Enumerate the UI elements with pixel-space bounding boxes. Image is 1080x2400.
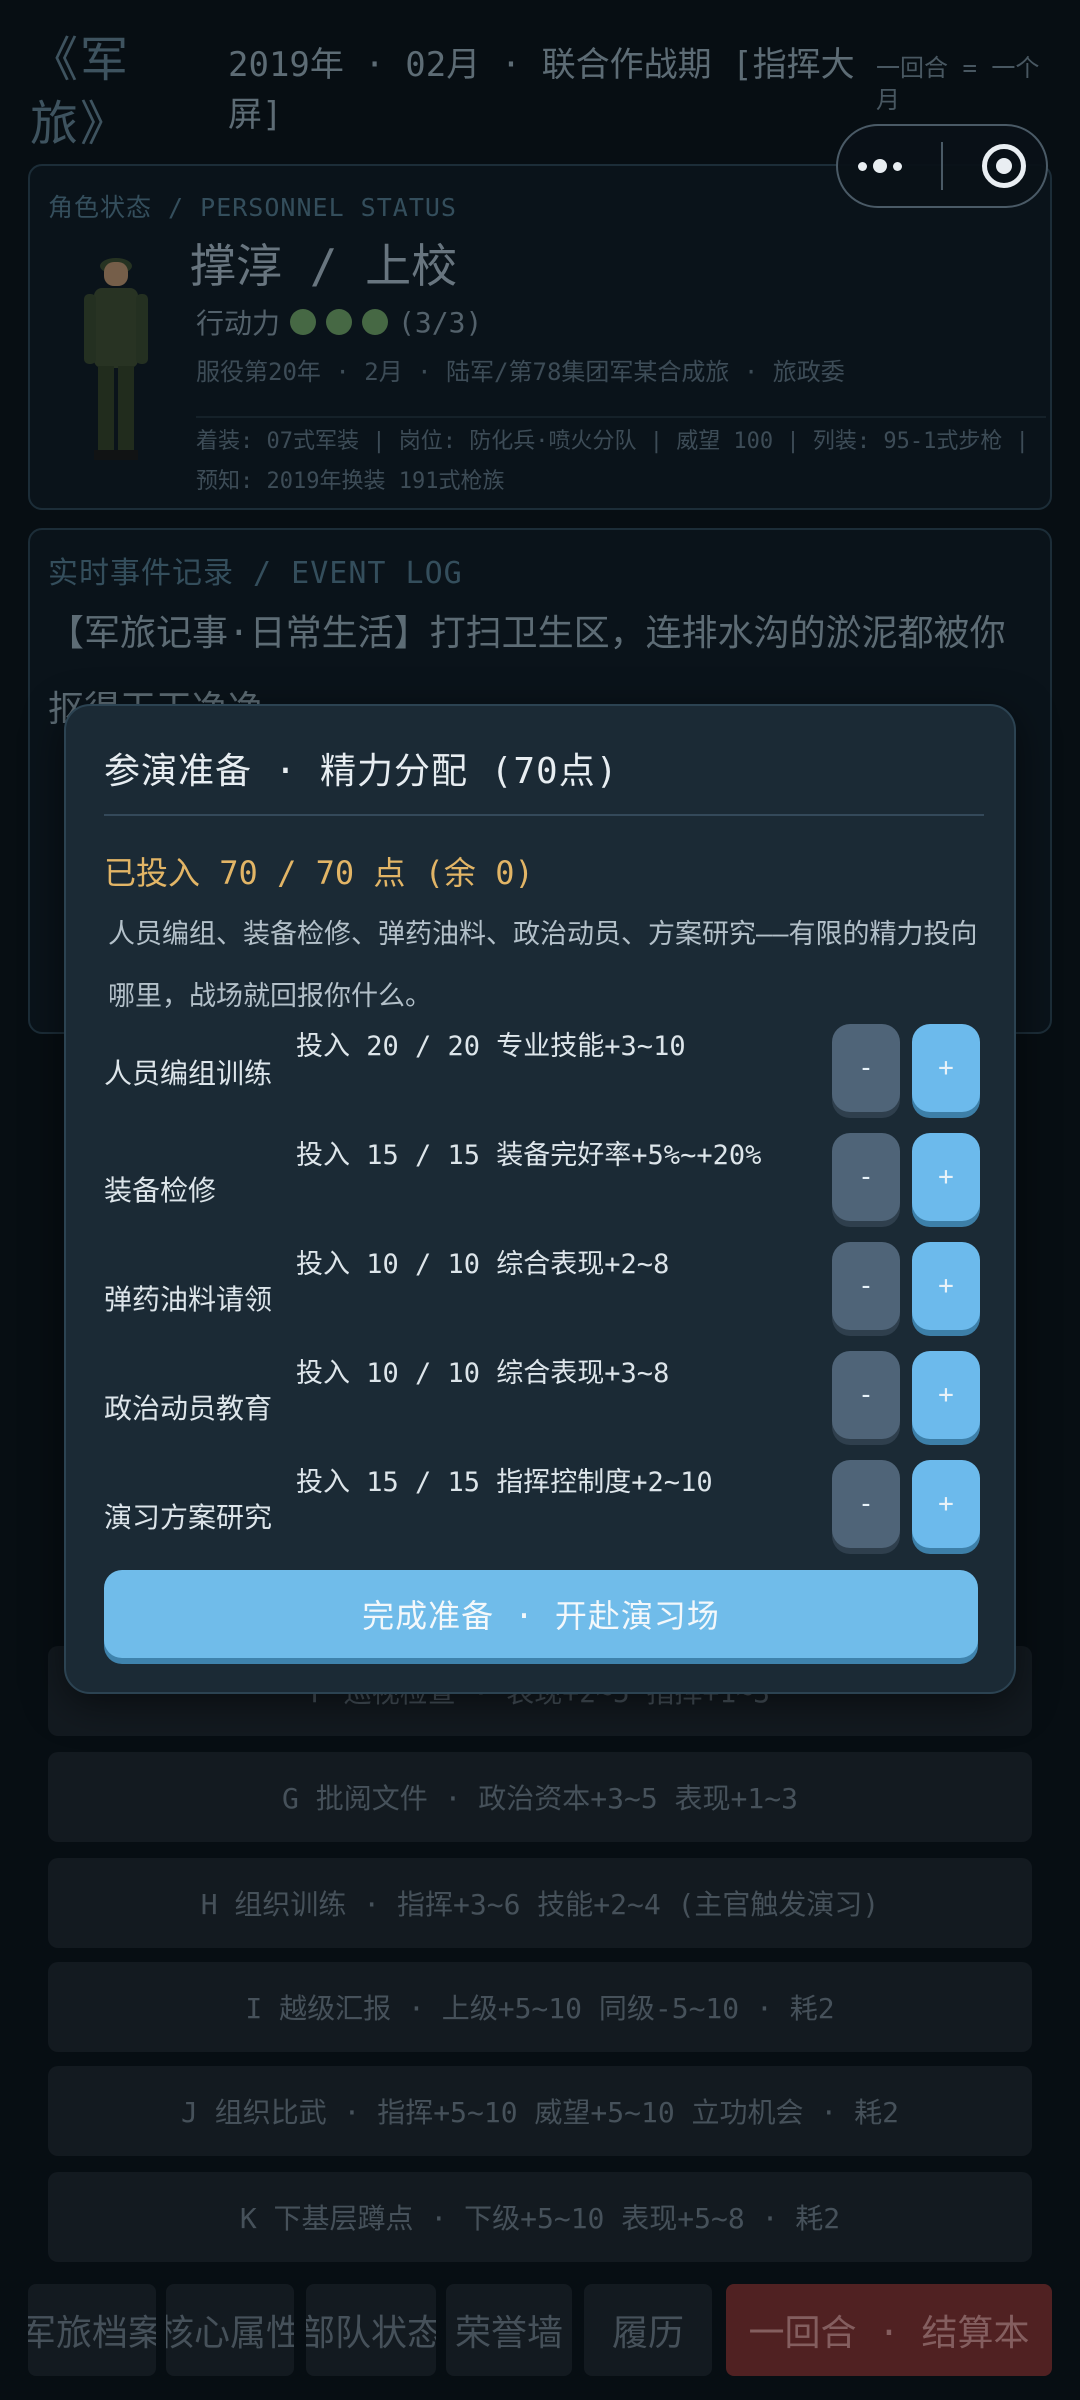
allocation-detail: 投入 15 / 15 指挥控制度+2~10	[296, 1467, 713, 1498]
more-icon[interactable]	[857, 159, 902, 173]
capsule-divider	[940, 142, 943, 190]
decrease-button[interactable]: -	[832, 1351, 900, 1439]
dialog-divider	[104, 814, 984, 816]
close-target-icon[interactable]	[982, 144, 1027, 188]
confirm-button[interactable]: 完成准备 · 开赴演习场	[104, 1570, 978, 1658]
increase-button[interactable]: +	[912, 1351, 980, 1439]
decrease-button[interactable]: -	[832, 1024, 900, 1112]
increase-button[interactable]: +	[912, 1242, 980, 1330]
allocation-name: 装备检修	[104, 1174, 217, 1207]
decrease-button[interactable]: -	[832, 1242, 900, 1330]
allocation-row: 装备检修 投入 15 / 15 装备完好率+5%~+20% - +	[104, 1133, 984, 1229]
increase-button[interactable]: +	[912, 1024, 980, 1112]
allocation-detail: 投入 15 / 15 装备完好率+5%~+20%	[296, 1140, 762, 1171]
increase-button[interactable]: +	[912, 1133, 980, 1221]
allocation-name: 演习方案研究	[104, 1501, 273, 1534]
allocation-row: 人员编组训练 投入 20 / 20 专业技能+3~10 - +	[104, 1024, 984, 1120]
decrease-button[interactable]: -	[832, 1133, 900, 1221]
dialog-intro: 人员编组、装备检修、弹药油料、政治动员、方案研究——有限的精力投向哪里，战场就回…	[108, 919, 978, 1012]
allocation-detail: 投入 10 / 10 综合表现+3~8	[296, 1358, 670, 1389]
dialog-title: 参演准备 · 精力分配 (70点)	[104, 751, 619, 792]
allocation-row: 弹药油料请领 投入 10 / 10 综合表现+2~8 - +	[104, 1242, 984, 1338]
allocation-name: 人员编组训练	[104, 1057, 273, 1090]
allocation-detail: 投入 10 / 10 综合表现+2~8	[296, 1249, 670, 1280]
allocation-row: 政治动员教育 投入 10 / 10 综合表现+3~8 - +	[104, 1351, 984, 1447]
allocation-name: 政治动员教育	[104, 1392, 273, 1425]
allocation-name: 弹药油料请领	[104, 1283, 273, 1316]
preparation-dialog: 参演准备 · 精力分配 (70点) 已投入 70 / 70 点 (余 0) 人员…	[64, 704, 1016, 1694]
mini-program-capsule	[836, 124, 1048, 208]
allocation-row: 演习方案研究 投入 15 / 15 指挥控制度+2~10 - +	[104, 1460, 984, 1556]
invested-points: 已投入 70 / 70 点 (余 0)	[104, 854, 534, 892]
increase-button[interactable]: +	[912, 1460, 980, 1548]
decrease-button[interactable]: -	[832, 1460, 900, 1548]
allocation-detail: 投入 20 / 20 专业技能+3~10	[296, 1031, 686, 1062]
